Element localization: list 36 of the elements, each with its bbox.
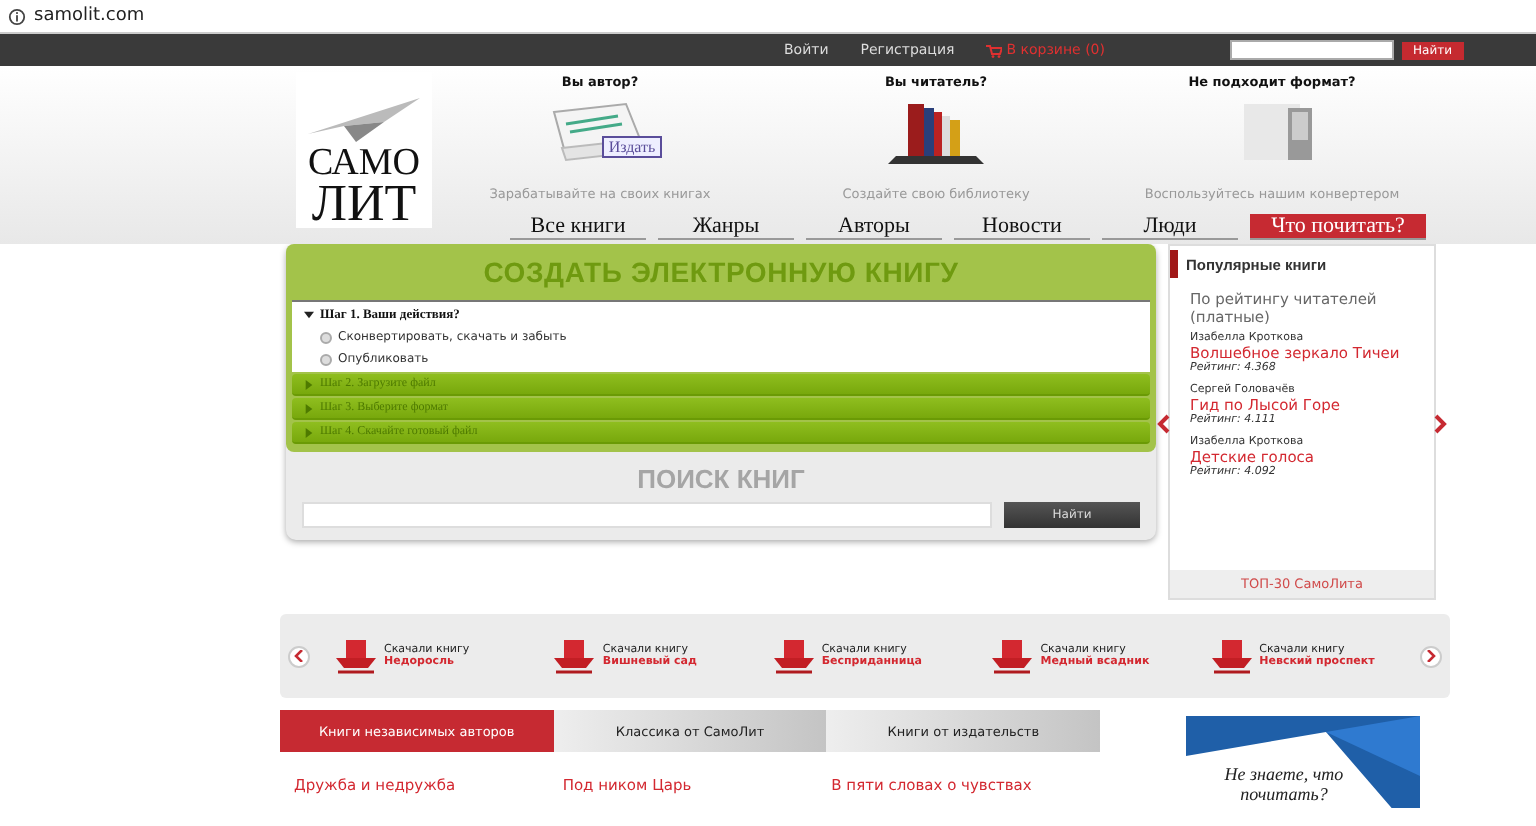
cart-icon (986, 43, 1003, 57)
chevron-right-icon (1426, 650, 1436, 662)
address-bar-url[interactable]: samolit.com (34, 6, 145, 26)
chevron-left-icon (294, 650, 304, 662)
book-search-heading: ПОИСК КНИГ (635, 462, 807, 498)
nav-tab[interactable]: Жанры (658, 214, 794, 240)
carousel-prev-button[interactable] (288, 645, 310, 667)
ad-text: Не знаете, что почитать? (1222, 764, 1346, 808)
heading-marker (1170, 250, 1178, 278)
download-arrow-icon (1209, 638, 1254, 674)
radio-button[interactable] (320, 331, 332, 343)
download-arrow-icon (771, 638, 816, 674)
expanded-arrow-icon (304, 310, 314, 320)
nav-tab[interactable]: Все книги (510, 214, 646, 240)
nav-tab[interactable]: Что почитать? (1250, 214, 1426, 240)
logo-text: ЛИТ (311, 180, 417, 228)
collapsed-arrow-icon (304, 403, 314, 413)
publish-stamp: Издать (602, 135, 662, 157)
collapsed-arrow-icon (304, 379, 314, 389)
nav-tab[interactable]: Авторы (806, 214, 942, 240)
nav-tab[interactable]: Люди (1102, 214, 1238, 240)
create-book-heading: СОЗДАТЬ ЭЛЕКТРОННУЮ КНИГУ (481, 254, 961, 292)
download-arrow-icon (990, 638, 1035, 674)
chevron-left-icon[interactable] (1154, 410, 1174, 438)
radio-button[interactable] (320, 353, 332, 365)
info-icon (8, 7, 26, 25)
download-arrow-icon (334, 638, 378, 674)
chevron-right-icon[interactable] (1430, 410, 1450, 438)
logo-text: САМО (307, 146, 421, 180)
carousel-next-button[interactable] (1420, 645, 1442, 667)
ad-banner[interactable]: Не знаете, что почитать? (1186, 716, 1420, 808)
book-search-field[interactable] (302, 502, 992, 528)
nav-tab[interactable]: Новости (954, 214, 1090, 240)
top-search-field[interactable] (1229, 40, 1394, 60)
download-arrow-icon (552, 638, 597, 674)
collapsed-arrow-icon (304, 427, 314, 437)
